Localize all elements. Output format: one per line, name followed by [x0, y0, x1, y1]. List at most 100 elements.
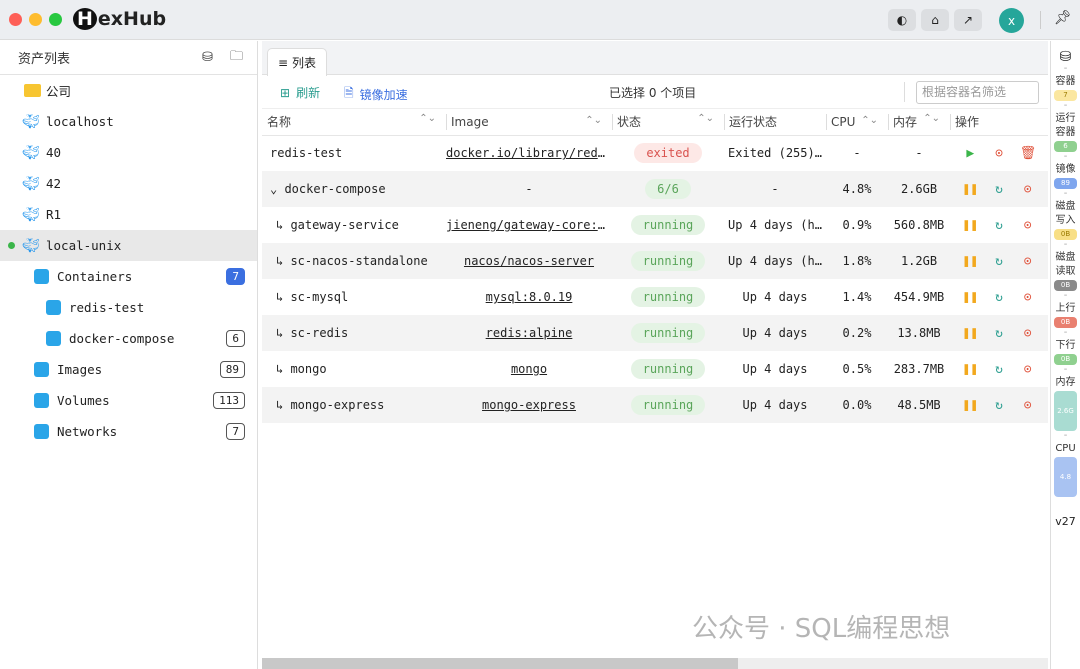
- restart-icon[interactable]: ↻: [991, 362, 1007, 377]
- stop-icon[interactable]: ⊙: [1020, 362, 1036, 377]
- stop-icon[interactable]: ⊙: [1020, 290, 1036, 305]
- pause-icon[interactable]: ❚❚: [962, 290, 979, 305]
- restart-icon[interactable]: ↻: [991, 182, 1007, 197]
- sidebar-child-item[interactable]: docker-compose 6: [0, 323, 257, 354]
- chevron-down-icon[interactable]: ⌄: [270, 182, 284, 196]
- sidebar-item[interactable]: 🐳︎ localhost: [0, 106, 257, 137]
- stop-icon[interactable]: ⊙: [991, 146, 1007, 161]
- image-link[interactable]: redis:alpine: [486, 326, 573, 340]
- pause-icon[interactable]: ❚❚: [962, 254, 979, 269]
- mirror-accelerate-button[interactable]: 🗎 镜像加速: [344, 84, 408, 105]
- table-row[interactable]: ↳ sc-mysql mysql:8.0.19 running Up 4 days 1.…: [262, 279, 1048, 315]
- tab-list[interactable]: ≡ 列表: [267, 48, 327, 76]
- pause-icon[interactable]: ❚❚: [962, 326, 979, 341]
- stop-icon[interactable]: ⊙: [1020, 218, 1036, 233]
- filter-input[interactable]: 根据容器名筛选: [916, 81, 1039, 104]
- sidebar-child-item[interactable]: Networks 7: [0, 416, 257, 447]
- cube-icon: [46, 300, 61, 315]
- docker-icon: 🐳︎: [22, 237, 40, 254]
- child-arrow-icon: ↳: [276, 398, 291, 412]
- column-header[interactable]: 操作: [950, 109, 1048, 136]
- table-row[interactable]: ↳ mongo mongo running Up 4 days 0.5% 283.7MB ❚…: [262, 351, 1048, 387]
- volume-icon: [34, 393, 49, 408]
- home-button[interactable]: ⌂: [921, 9, 949, 31]
- image-link[interactable]: mysql:8.0.19: [486, 290, 573, 304]
- sidebar-item[interactable]: 公司: [0, 75, 257, 106]
- pause-icon[interactable]: ❚❚: [962, 182, 979, 197]
- sidebar-item-label: Containers: [57, 269, 133, 284]
- cpu-value: 4.8%: [826, 171, 888, 207]
- stop-icon[interactable]: ⊙: [1020, 254, 1036, 269]
- column-header[interactable]: Image ⌃⌄: [446, 109, 612, 136]
- memory-value: 283.7MB: [893, 362, 945, 376]
- stat-item: - CPU 4.8: [1051, 431, 1080, 497]
- run-status: Up 4 days (h…: [724, 243, 826, 279]
- sidebar-item[interactable]: 🐳︎ local-unix: [0, 230, 257, 261]
- add-folder-icon[interactable]: 🗀: [230, 47, 243, 69]
- pause-icon[interactable]: ❚❚: [962, 398, 979, 413]
- stat-label: 内存: [1055, 377, 1076, 388]
- stat-label: 容器: [1055, 76, 1076, 87]
- status-badge: 6/6: [645, 179, 691, 199]
- image-link[interactable]: jieneng/gateway-core:latest: [446, 218, 612, 232]
- column-header[interactable]: 运行状态: [724, 109, 826, 136]
- theme-toggle-button[interactable]: ◐: [888, 9, 916, 31]
- sidebar-child-item[interactable]: Images 89: [0, 354, 257, 385]
- restart-icon[interactable]: ↻: [991, 398, 1007, 413]
- sort-icon[interactable]: ⌃⌄: [585, 115, 602, 126]
- image-link[interactable]: docker.io/library/redis: [446, 146, 612, 160]
- sort-icon[interactable]: ⌃⌄: [419, 113, 436, 124]
- child-arrow-icon: ↳: [276, 218, 291, 232]
- table-row[interactable]: redis-test docker.io/library/redis exited E…: [262, 135, 1048, 171]
- sort-icon[interactable]: ⌃⌄: [861, 115, 878, 126]
- table-row[interactable]: ↳ sc-nacos-standalone nacos/nacos-server r…: [262, 243, 1048, 279]
- sort-icon[interactable]: ⌃⌄: [697, 113, 714, 124]
- stop-icon[interactable]: ⊙: [1020, 326, 1036, 341]
- table-row[interactable]: ⌄ docker-compose -6/6-4.8% 2.6GB ❚❚ ↻ ⊙: [262, 171, 1048, 207]
- stat-label: 磁盘读取: [1055, 252, 1076, 277]
- pause-icon[interactable]: ❚❚: [962, 218, 979, 233]
- column-header[interactable]: 名称 ⌃⌄: [262, 109, 446, 136]
- image-link[interactable]: mongo-express: [482, 398, 576, 412]
- external-link-button[interactable]: ↗: [954, 9, 982, 31]
- count-badge: 6: [226, 330, 245, 347]
- stop-icon[interactable]: ⊙: [1020, 398, 1036, 413]
- image-link[interactable]: nacos/nacos-server: [464, 254, 594, 268]
- run-status: -: [724, 171, 826, 207]
- sidebar-item[interactable]: 🐳︎ 40: [0, 137, 257, 168]
- add-database-icon[interactable]: ⛁: [202, 50, 213, 65]
- pin-icon[interactable]: 📌︎: [1054, 10, 1072, 26]
- restart-icon[interactable]: ↻: [991, 326, 1007, 341]
- table-row[interactable]: ↳ sc-redis redis:alpine running Up 4 days 0.…: [262, 315, 1048, 351]
- avatar[interactable]: x: [999, 8, 1024, 33]
- sidebar-child-item[interactable]: Containers 7: [0, 261, 257, 292]
- horizontal-scrollbar[interactable]: [262, 658, 1048, 669]
- stop-icon[interactable]: ⊙: [1020, 182, 1036, 197]
- pause-icon[interactable]: ❚❚: [962, 362, 979, 377]
- minimize-window-button[interactable]: [29, 13, 42, 26]
- cpu-value: 1.4%: [842, 290, 872, 304]
- column-header[interactable]: 状态 ⌃⌄: [612, 109, 724, 136]
- image-link[interactable]: mongo: [511, 362, 547, 376]
- table-row[interactable]: ↳ mongo-express mongo-express running Up 4 …: [262, 387, 1048, 423]
- maximize-window-button[interactable]: [49, 13, 62, 26]
- refresh-button[interactable]: ⊞ 刷新: [280, 84, 320, 101]
- status-badge: running: [630, 251, 706, 271]
- table-row[interactable]: ↳ gateway-service jieneng/gateway-core:la…: [262, 207, 1048, 243]
- child-arrow-icon: ↳: [276, 290, 291, 304]
- restart-icon[interactable]: ↻: [991, 218, 1007, 233]
- sidebar-item[interactable]: 🐳︎ R1: [0, 199, 257, 230]
- close-window-button[interactable]: [9, 13, 22, 26]
- count-badge: 113: [213, 392, 245, 409]
- restart-icon[interactable]: ↻: [991, 254, 1007, 269]
- sidebar-child-item[interactable]: Volumes 113: [0, 385, 257, 416]
- sidebar-item[interactable]: 🐳︎ 42: [0, 168, 257, 199]
- column-header[interactable]: 内存 ⌃⌄: [888, 109, 950, 136]
- restart-icon[interactable]: ↻: [991, 290, 1007, 305]
- cpu-value: 1.8%: [826, 243, 888, 279]
- sort-icon[interactable]: ⌃⌄: [923, 113, 940, 124]
- delete-icon[interactable]: 🗑︎: [1020, 146, 1037, 161]
- sidebar-child-item[interactable]: redis-test: [0, 292, 257, 323]
- start-icon[interactable]: ▶: [962, 146, 978, 161]
- column-header[interactable]: CPU ⌃⌄: [826, 109, 888, 136]
